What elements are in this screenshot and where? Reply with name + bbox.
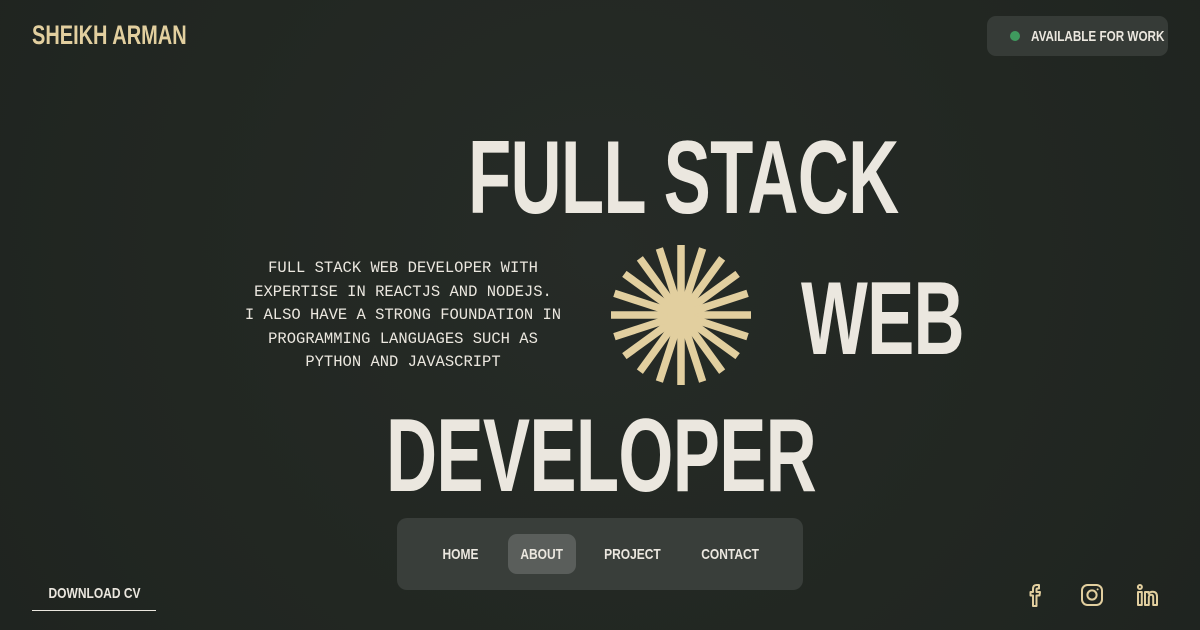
hero-title-line-2: WEB — [801, 261, 965, 377]
nav-home-label: HOME — [442, 545, 478, 563]
nav-about[interactable]: ABOUT — [508, 534, 576, 574]
nav-project[interactable]: PROJECT — [595, 534, 669, 574]
nav-contact[interactable]: CONTACT — [693, 534, 767, 574]
linkedin-icon[interactable] — [1135, 582, 1161, 608]
download-cv-button[interactable]: DOWNLOAD CV — [32, 576, 156, 611]
download-cv-label: DOWNLOAD CV — [48, 584, 140, 602]
facebook-icon[interactable] — [1023, 582, 1049, 608]
hero-title-line-1: FULL STACK — [468, 120, 899, 236]
nav-home[interactable]: HOME — [429, 534, 491, 574]
main-navigation: HOME ABOUT PROJECT CONTACT — [397, 518, 803, 590]
status-dot-icon — [1010, 31, 1020, 41]
hero-description: FULL STACK WEB DEVELOPER WITH EXPERTISE … — [244, 259, 562, 371]
nav-contact-label: CONTACT — [701, 545, 759, 563]
nav-about-label: ABOUT — [520, 545, 564, 563]
instagram-icon[interactable] — [1079, 582, 1105, 608]
sunburst-icon — [611, 245, 751, 385]
nav-project-label: PROJECT — [603, 545, 661, 563]
hero-title-line-3: DEVELOPER — [386, 398, 817, 514]
site-logo[interactable]: SHEIKH ARMAN — [32, 20, 187, 51]
availability-label: AVAILABLE FOR WORK — [1031, 27, 1165, 45]
availability-badge: AVAILABLE FOR WORK — [987, 16, 1168, 56]
